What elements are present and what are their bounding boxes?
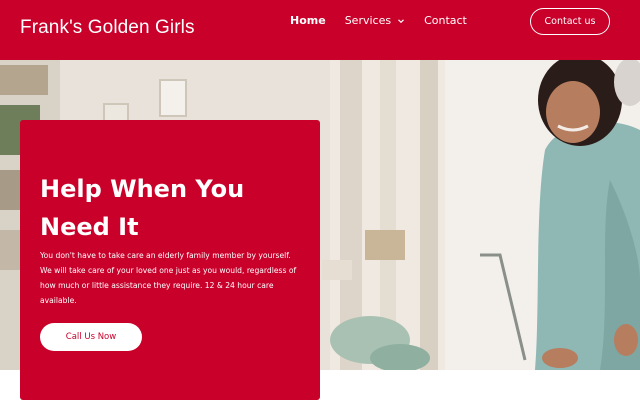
contact-us-button[interactable]: Contact us xyxy=(530,8,610,35)
nav-home-label: Home xyxy=(290,14,326,27)
chevron-down-icon xyxy=(398,18,405,23)
hero-card: Help When You Need It You don't have to … xyxy=(20,120,320,400)
hero-title: Help When You Need It xyxy=(40,175,245,241)
call-us-now-button[interactable]: Call Us Now xyxy=(40,323,142,351)
site-brand-logo-text[interactable]: Frank's Golden Girls xyxy=(20,17,195,39)
nav-contact-label: Contact xyxy=(424,14,467,27)
main-nav: Home Services Contact xyxy=(290,14,486,27)
nav-home[interactable]: Home xyxy=(290,14,326,27)
nav-contact[interactable]: Contact xyxy=(424,14,467,27)
nav-services[interactable]: Services xyxy=(345,14,405,27)
site-header: Frank's Golden Girls Home Services Conta… xyxy=(0,0,640,60)
hero-description: You don't have to take care an elderly f… xyxy=(40,251,297,305)
nav-services-label: Services xyxy=(344,14,392,27)
